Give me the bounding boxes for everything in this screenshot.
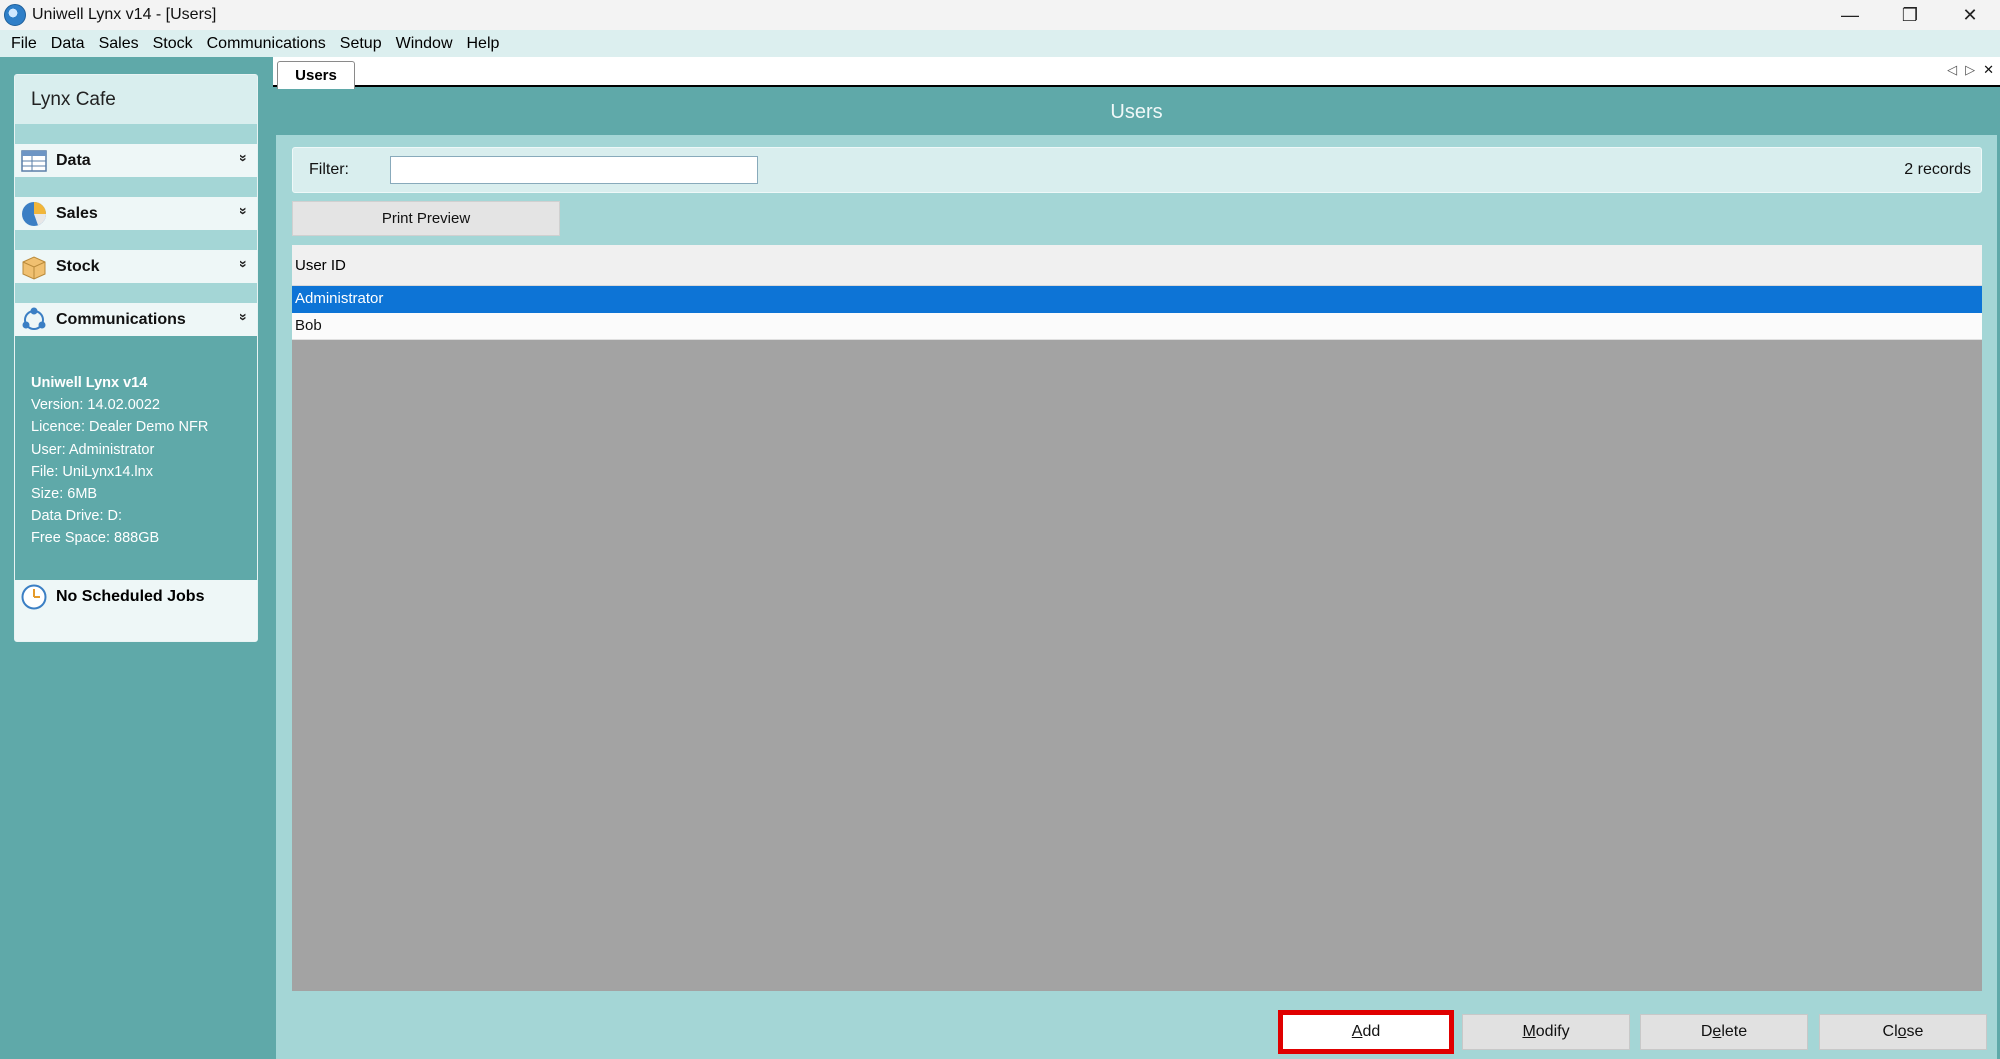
menu-data[interactable]: Data bbox=[44, 35, 92, 53]
modify-label: odify bbox=[1535, 1023, 1570, 1040]
add-label: dd bbox=[1362, 1023, 1381, 1040]
sidebar-section-label: Sales bbox=[56, 204, 98, 222]
modify-button[interactable]: Modify bbox=[1462, 1014, 1630, 1050]
title-bar: Uniwell Lynx v14 - [Users] — ❐ ✕ bbox=[0, 0, 2000, 30]
table-row[interactable]: Bob bbox=[292, 313, 1982, 340]
panel-divider bbox=[15, 124, 257, 144]
delete-pre: D bbox=[1700, 1023, 1713, 1040]
filter-label: Filter: bbox=[309, 161, 349, 178]
table-row[interactable]: Administrator bbox=[292, 286, 1982, 313]
scheduled-jobs-row[interactable]: No Scheduled Jobs bbox=[15, 580, 257, 613]
sidebar-section-label: Communications bbox=[56, 310, 186, 328]
info-data-drive: Data Drive: D: bbox=[31, 508, 123, 525]
document-tab-strip: Users ◁ ▷ ✕ bbox=[273, 57, 2000, 89]
chevron-down-icon[interactable]: » bbox=[236, 207, 252, 213]
close-label: se bbox=[1906, 1023, 1924, 1040]
filter-input[interactable] bbox=[390, 156, 758, 184]
page-title: Users bbox=[276, 89, 1997, 135]
main-area: Users ◁ ▷ ✕ Users Filter: 2 records Prin… bbox=[273, 57, 2000, 1059]
delete-button[interactable]: De lete bbox=[1640, 1014, 1808, 1050]
modify-accel: M bbox=[1522, 1023, 1536, 1040]
info-free-space: Free Space: 888GB bbox=[31, 530, 160, 547]
info-licence: Licence: Dealer Demo NFR bbox=[31, 419, 209, 436]
chevron-down-icon[interactable]: » bbox=[236, 260, 252, 266]
add-button[interactable]: Add bbox=[1278, 1010, 1454, 1054]
menu-file[interactable]: File bbox=[4, 35, 44, 53]
panel-divider bbox=[15, 177, 257, 197]
column-header-user-id[interactable]: User ID bbox=[292, 245, 1982, 286]
window-title: Uniwell Lynx v14 - [Users] bbox=[32, 6, 217, 23]
navigation-panel: Lynx Cafe Data » Sales » Stock » Communi… bbox=[14, 74, 258, 642]
tab-scroll-right-icon[interactable]: ▷ bbox=[1965, 62, 1975, 78]
sidebar-section-label: Stock bbox=[56, 257, 100, 275]
pie-chart-icon bbox=[22, 201, 46, 226]
tab-controls: ◁ ▷ ✕ bbox=[1947, 62, 1994, 78]
close-pre: Cl bbox=[1882, 1023, 1898, 1040]
menu-bar: File Data Sales Stock Communications Set… bbox=[0, 30, 2000, 57]
company-name: Lynx Cafe bbox=[15, 75, 257, 124]
info-title: Uniwell Lynx v14 bbox=[31, 375, 148, 391]
data-table-icon bbox=[21, 149, 47, 172]
menu-help[interactable]: Help bbox=[460, 35, 507, 53]
clock-icon bbox=[21, 584, 47, 609]
restore-button[interactable]: ❐ bbox=[1880, 0, 1940, 30]
scheduled-jobs-label: No Scheduled Jobs bbox=[56, 587, 205, 605]
filter-bar: Filter: 2 records bbox=[292, 147, 1982, 193]
content-area: Filter: 2 records Print Preview User ID … bbox=[276, 135, 1997, 1059]
chevron-down-icon[interactable]: » bbox=[236, 154, 252, 160]
tab-scroll-left-icon[interactable]: ◁ bbox=[1947, 62, 1957, 78]
panel-divider bbox=[15, 230, 257, 250]
menu-communications[interactable]: Communications bbox=[200, 35, 333, 53]
chevron-down-icon[interactable]: » bbox=[236, 313, 252, 319]
sidebar-section-stock[interactable]: Stock » bbox=[15, 250, 257, 283]
add-accel: A bbox=[1351, 1023, 1363, 1040]
close-window-button[interactable]: ✕ bbox=[1940, 0, 2000, 30]
close-accel: o bbox=[1897, 1023, 1907, 1040]
sidebar-section-data[interactable]: Data » bbox=[15, 144, 257, 177]
tab-close-icon[interactable]: ✕ bbox=[1983, 62, 1994, 78]
print-preview-button[interactable]: Print Preview bbox=[292, 201, 560, 236]
menu-setup[interactable]: Setup bbox=[333, 35, 389, 53]
menu-window[interactable]: Window bbox=[389, 35, 460, 53]
delete-label: lete bbox=[1721, 1023, 1748, 1040]
close-button[interactable]: Cl o se bbox=[1819, 1014, 1987, 1050]
minimize-button[interactable]: — bbox=[1820, 0, 1880, 30]
system-info: Uniwell Lynx v14 Version: 14.02.0022 Lic… bbox=[31, 372, 251, 550]
info-user: User: Administrator bbox=[31, 441, 155, 458]
delete-accel: e bbox=[1712, 1023, 1722, 1040]
network-icon bbox=[22, 307, 46, 330]
sidebar-section-label: Data bbox=[56, 151, 91, 169]
app-logo-icon bbox=[4, 4, 26, 26]
menu-stock[interactable]: Stock bbox=[146, 35, 200, 53]
users-grid: User ID Administrator Bob bbox=[292, 245, 1982, 991]
window-controls: — ❐ ✕ bbox=[1820, 0, 2000, 30]
info-version: Version: 14.02.0022 bbox=[31, 397, 160, 414]
tab-users[interactable]: Users bbox=[277, 61, 355, 89]
info-file: File: UniLynx14.lnx bbox=[31, 463, 153, 480]
sidebar-section-communications[interactable]: Communications » bbox=[15, 303, 257, 336]
sidebar-section-sales[interactable]: Sales » bbox=[15, 197, 257, 230]
scheduled-jobs-panel: No Scheduled Jobs bbox=[15, 580, 257, 641]
menu-sales[interactable]: Sales bbox=[92, 35, 146, 53]
record-count: 2 records bbox=[1904, 161, 1971, 178]
panel-divider bbox=[15, 283, 257, 303]
box-icon bbox=[22, 255, 46, 280]
info-size: Size: 6MB bbox=[31, 486, 98, 503]
